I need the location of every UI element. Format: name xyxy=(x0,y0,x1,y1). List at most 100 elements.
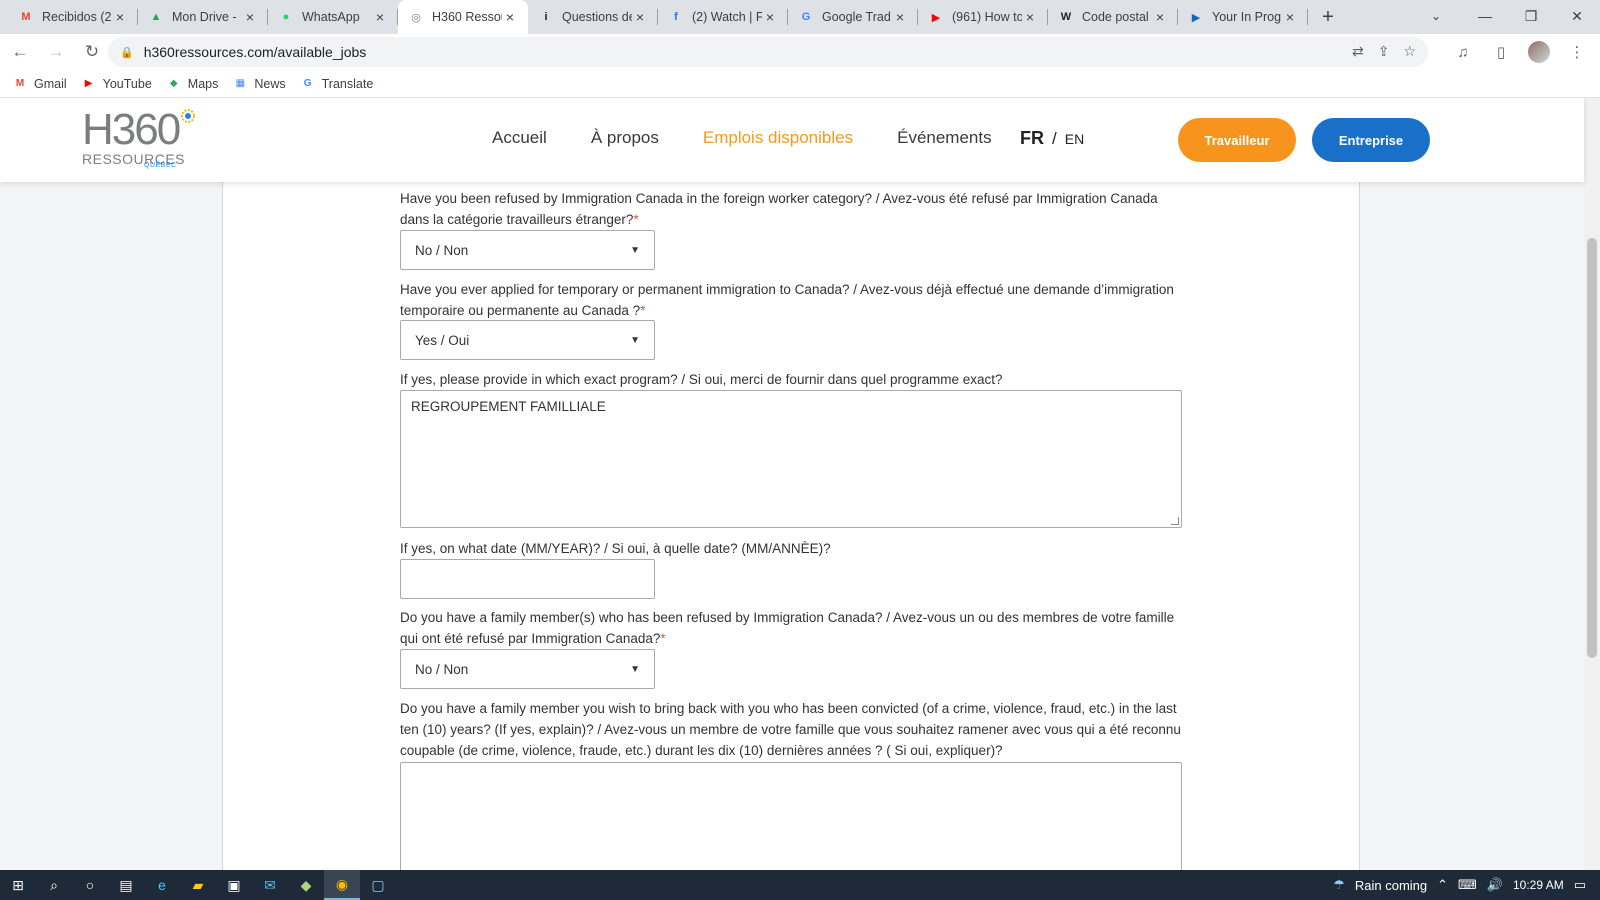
site-header: H360 RESSOURCES QUÉBEC Accueil À propos Em… xyxy=(0,98,1584,182)
address-bar[interactable]: 🔒 h360ressources.com/available_jobs ⇄ ⇪ … xyxy=(108,37,1428,67)
share-icon[interactable]: ⇪ xyxy=(1378,43,1390,60)
windows-start-icon[interactable]: ⊞ xyxy=(0,870,36,900)
bookmark-youtube[interactable]: ▶ YouTube xyxy=(81,76,152,92)
mail-icon[interactable]: ✉ xyxy=(252,870,288,900)
whatsapp-icon: ● xyxy=(282,11,290,23)
reload-icon[interactable]: ↻ xyxy=(76,36,108,68)
lang-fr-link[interactable]: FR xyxy=(1020,128,1044,149)
profile-avatar[interactable] xyxy=(1528,41,1550,63)
nav-item[interactable]: Accueil xyxy=(492,128,547,148)
chevron-down-icon: ▼ xyxy=(630,244,640,256)
close-tab-icon[interactable]: × xyxy=(632,9,648,25)
notifications-icon[interactable]: ▭ xyxy=(1574,877,1586,893)
menu-icon[interactable]: ⋮ xyxy=(1566,38,1588,66)
new-tab-icon[interactable]: + xyxy=(1314,3,1342,31)
window-controls: — ❐ ✕ xyxy=(1462,0,1600,32)
bookmark-label: Gmail xyxy=(34,76,67,91)
browser-tab[interactable]: W Code postal × xyxy=(1048,0,1178,34)
nav-item[interactable]: À propos xyxy=(591,128,659,148)
news-icon: ▦ xyxy=(235,78,246,89)
cortana-icon[interactable]: ○ xyxy=(72,870,108,900)
close-tab-icon[interactable]: × xyxy=(1152,9,1168,25)
q4-label: If yes, on what date (MM/YEAR)? / Si oui… xyxy=(400,541,831,556)
search-icon[interactable]: ⌕ xyxy=(36,870,72,900)
network-icon[interactable]: ⌨ xyxy=(1458,877,1477,893)
browser-tab[interactable]: M Recibidos (2 × xyxy=(8,0,138,34)
browser-tab[interactable]: G Google Trad × xyxy=(788,0,918,34)
page-scrollbar[interactable] xyxy=(1584,98,1600,870)
lang-en-link[interactable]: EN xyxy=(1065,131,1084,147)
q6-label: Do you have a family member you wish to … xyxy=(400,701,1181,758)
close-tab-icon[interactable]: × xyxy=(1022,9,1038,25)
bookmark-label: Maps xyxy=(187,76,219,91)
nav-item[interactable]: Événements xyxy=(897,128,992,148)
q5-select[interactable]: No / Non ▼ xyxy=(400,649,655,689)
browser-tab[interactable]: ▶ Your In Prog × xyxy=(1178,0,1308,34)
chrome-icon[interactable]: ◉ xyxy=(324,870,360,900)
back-icon[interactable]: ← xyxy=(4,36,36,68)
task-view-icon[interactable]: ▤ xyxy=(108,870,144,900)
file-explorer-icon[interactable]: ▰ xyxy=(180,870,216,900)
app-window-icon[interactable]: ▢ xyxy=(360,870,396,900)
translate-icon: G xyxy=(801,11,811,23)
bookmark-news[interactable]: ▦ News xyxy=(232,76,286,92)
q1-select[interactable]: No / Non ▼ xyxy=(400,230,655,270)
worker-button[interactable]: Travailleur xyxy=(1178,118,1296,162)
bookmark-star-icon[interactable]: ☆ xyxy=(1403,43,1416,60)
globe-icon: ◎ xyxy=(411,11,421,24)
volume-icon[interactable]: 🔊 xyxy=(1487,877,1503,893)
bookmark-translate[interactable]: G Translate xyxy=(300,76,374,92)
tab-search-icon[interactable]: ⌄ xyxy=(1422,4,1450,28)
nav-item[interactable]: Emplois disponibles xyxy=(703,128,853,148)
q1-label: Have you been refused by Immigration Can… xyxy=(400,191,1158,227)
q6-textarea[interactable] xyxy=(400,762,1182,870)
facebook-icon: f xyxy=(674,11,678,23)
main-nav: Accueil À propos Emplois disponibles Événem… xyxy=(492,128,992,148)
browser-tab[interactable]: ◎ H360 Ressou × xyxy=(398,0,528,34)
tab-label: Recibidos (2 xyxy=(42,10,112,24)
q3-textarea[interactable]: REGROUPEMENT FAMILLIALE xyxy=(400,390,1182,528)
close-tab-icon[interactable]: × xyxy=(762,9,778,25)
video-icon: ▶ xyxy=(1191,11,1201,24)
company-button[interactable]: Entreprise xyxy=(1312,118,1430,162)
side-panel-icon[interactable]: ▯ xyxy=(1490,38,1512,66)
close-tab-icon[interactable]: × xyxy=(1282,9,1298,25)
weather-text[interactable]: Rain coming xyxy=(1355,878,1427,893)
maps-icon: ◆ xyxy=(169,78,178,89)
close-tab-icon[interactable]: × xyxy=(502,9,518,25)
lock-icon[interactable]: 🔒 xyxy=(120,46,134,59)
tab-label: Mon Drive - xyxy=(172,10,237,24)
browser-tab[interactable]: ▶ (961) How to × xyxy=(918,0,1048,34)
q2-label: Have you ever applied for temporary or p… xyxy=(400,282,1174,318)
restore-icon[interactable]: ❐ xyxy=(1508,0,1554,32)
lang-separator: / xyxy=(1052,129,1057,148)
store-icon[interactable]: ▣ xyxy=(216,870,252,900)
browser-tab[interactable]: ● WhatsApp × xyxy=(268,0,398,34)
scrollbar-thumb[interactable] xyxy=(1587,238,1597,658)
q4-date-input[interactable] xyxy=(400,559,655,599)
minimize-icon[interactable]: — xyxy=(1462,0,1508,32)
app-icon[interactable]: ◆ xyxy=(288,870,324,900)
browser-tab[interactable]: i Questions de × xyxy=(528,0,658,34)
translate-page-icon[interactable]: ⇄ xyxy=(1352,43,1364,60)
close-window-icon[interactable]: ✕ xyxy=(1554,0,1600,32)
tab-label: (961) How to xyxy=(952,10,1022,24)
weather-icon[interactable]: ☂ xyxy=(1333,877,1345,893)
resize-handle-icon[interactable] xyxy=(1171,517,1179,525)
browser-tab[interactable]: ▲ Mon Drive - × xyxy=(138,0,268,34)
browser-tab[interactable]: f (2) Watch | F × xyxy=(658,0,788,34)
close-tab-icon[interactable]: × xyxy=(892,9,908,25)
bookmark-gmail[interactable]: M Gmail xyxy=(12,76,67,92)
edge-icon[interactable]: e xyxy=(144,870,180,900)
close-tab-icon[interactable]: × xyxy=(242,9,258,25)
tray-chevron-icon[interactable]: ⌃ xyxy=(1437,877,1448,893)
close-tab-icon[interactable]: × xyxy=(372,9,388,25)
close-tab-icon[interactable]: × xyxy=(112,9,128,25)
clock[interactable]: 10:29 AM xyxy=(1513,878,1564,892)
h360-logo[interactable]: H360 RESSOURCES QUÉBEC xyxy=(82,108,202,174)
forward-icon[interactable]: → xyxy=(40,36,72,68)
tab-label: H360 Ressou xyxy=(432,10,502,24)
q2-select[interactable]: Yes / Oui ▼ xyxy=(400,320,655,360)
media-control-icon[interactable]: ♫ xyxy=(1452,38,1474,66)
bookmark-maps[interactable]: ◆ Maps xyxy=(166,76,219,92)
